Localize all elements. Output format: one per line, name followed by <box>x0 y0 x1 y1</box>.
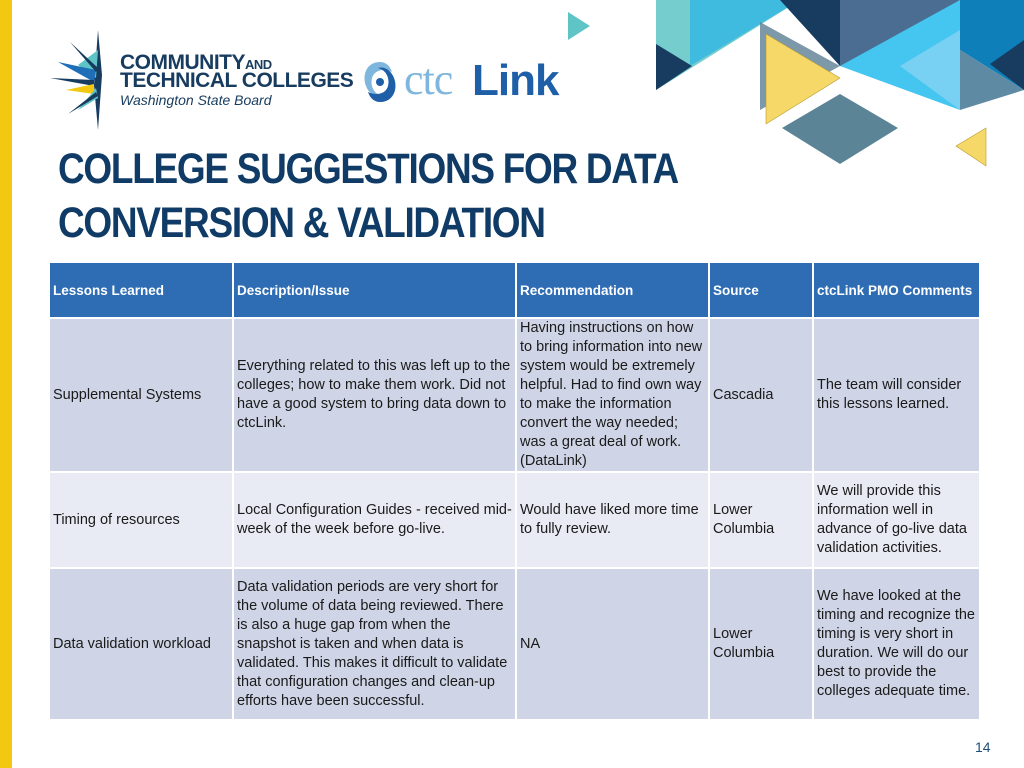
cell-comments: The team will consider this lessons lear… <box>812 317 981 473</box>
header-description: Description/Issue <box>232 261 517 319</box>
table-row: Timing of resources Local Configuration … <box>48 471 981 569</box>
header-recommendation: Recommendation <box>515 261 710 319</box>
table-row: Data validation workload Data validation… <box>48 567 981 721</box>
logo-text-state-board: Washington State Board <box>120 92 272 108</box>
cell-lesson: Timing of resources <box>48 471 234 569</box>
page-number: 14 <box>975 739 991 755</box>
header-source: Source <box>708 261 814 319</box>
accent-side-bar <box>0 0 12 768</box>
cell-comments: We will provide this information well in… <box>812 471 981 569</box>
deco-triangle <box>955 127 987 167</box>
page-title: COLLEGE SUGGESTIONS FOR DATA CONVERSION … <box>58 142 679 250</box>
cell-source: Lower Columbia <box>708 471 814 569</box>
cell-source: Lower Columbia <box>708 567 814 721</box>
swirl-icon <box>364 62 396 102</box>
logo-link-text: Link <box>472 56 559 105</box>
starburst-icon <box>50 30 102 130</box>
cell-description: Everything related to this was left up t… <box>232 317 517 473</box>
logo-ctc-text: ctc <box>404 55 453 104</box>
cell-recommendation: NA <box>515 567 710 721</box>
table-header-row: Lessons Learned Description/Issue Recomm… <box>48 261 981 319</box>
cell-source: Cascadia <box>708 317 814 473</box>
deco-diamond <box>782 94 898 164</box>
ctclink-logo: ctc Link <box>360 55 580 108</box>
title-line-1: COLLEGE SUGGESTIONS FOR DATA <box>58 145 679 193</box>
cell-comments: We have looked at the timing and recogni… <box>812 567 981 721</box>
title-line-2: CONVERSION & VALIDATION <box>58 199 546 247</box>
table-row: Supplemental Systems Everything related … <box>48 317 981 473</box>
sbctc-logo: COMMUNITYAND TECHNICAL COLLEGES Washingt… <box>48 30 354 130</box>
cell-lesson: Supplemental Systems <box>48 317 234 473</box>
lessons-table: Lessons Learned Description/Issue Recomm… <box>48 261 981 721</box>
cell-lesson: Data validation workload <box>48 567 234 721</box>
logo-text-technical-colleges: TECHNICAL COLLEGES <box>120 69 354 92</box>
deco-triangle <box>568 12 590 40</box>
header-lessons-learned: Lessons Learned <box>48 261 234 319</box>
header-pmo-comments: ctcLink PMO Comments <box>812 261 981 319</box>
cell-recommendation: Having instructions on how to bring info… <box>515 317 710 473</box>
cell-description: Data validation periods are very short f… <box>232 567 517 721</box>
cell-description: Local Configuration Guides - received mi… <box>232 471 517 569</box>
cell-recommendation: Would have liked more time to fully revi… <box>515 471 710 569</box>
